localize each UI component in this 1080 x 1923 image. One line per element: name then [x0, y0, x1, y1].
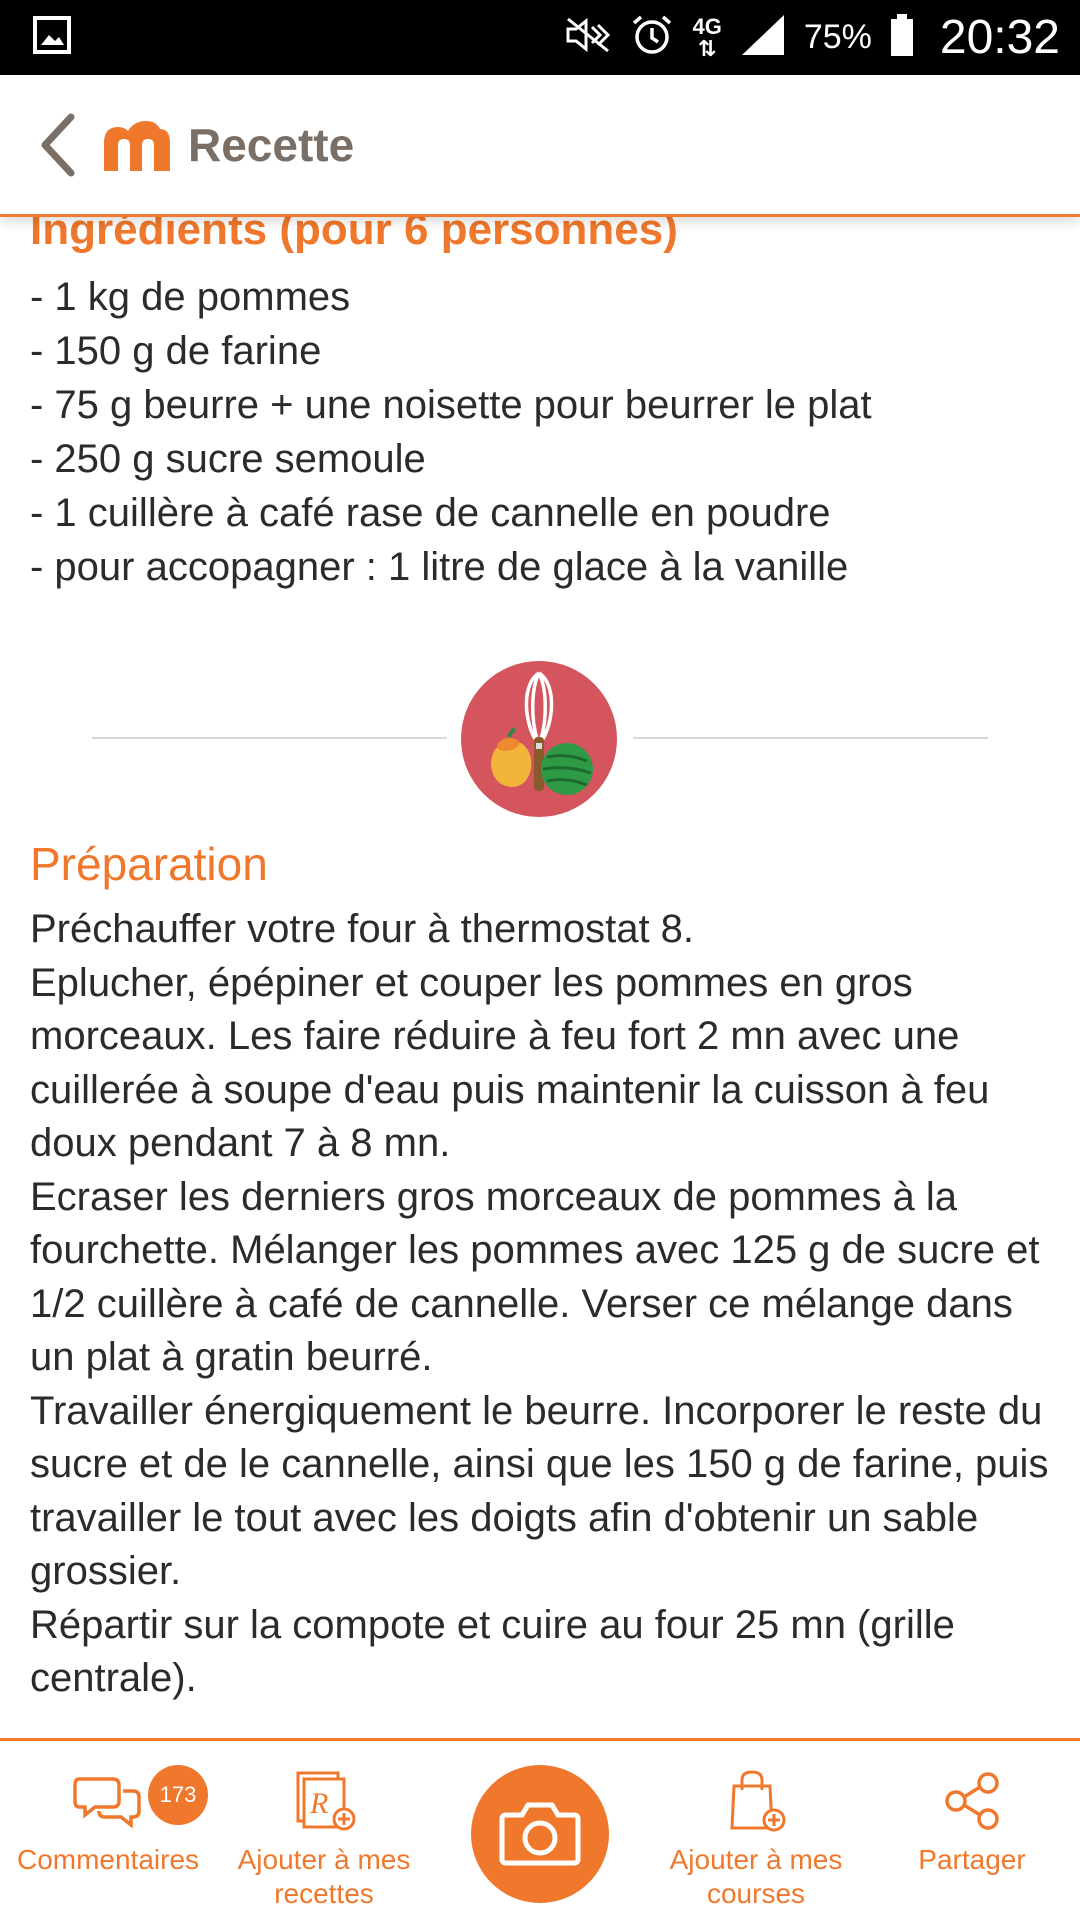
- add-to-shopping-label: Ajouter à mes courses: [669, 1844, 843, 1909]
- whisk-fruit-icon: [461, 661, 617, 817]
- share-icon: [942, 1767, 1002, 1835]
- signal-icon: [740, 13, 786, 62]
- mute-icon: [564, 15, 612, 60]
- ingredient-item: - pour accopagner : 1 litre de glace à l…: [30, 545, 849, 589]
- preparation-step: Travailler énergiquement le beurre. Inco…: [30, 1388, 1049, 1594]
- comments-count-badge: 173: [148, 1765, 208, 1825]
- ingredients-list: - 1 kg de pommes - 150 g de farine - 75 …: [30, 270, 872, 594]
- ingredient-item: - 1 kg de pommes: [30, 275, 351, 319]
- marmiton-logo: [98, 117, 174, 173]
- add-to-recipes-label: Ajouter à mes recettes: [237, 1844, 411, 1909]
- clock: 20:32: [939, 11, 1060, 64]
- speech-bubbles-icon: [73, 1767, 143, 1835]
- section-divider: [633, 737, 988, 739]
- add-to-recipes-button[interactable]: R Ajouter à mes recettes: [216, 1741, 432, 1923]
- shopping-bag-add-icon: [724, 1767, 788, 1835]
- app-header: Recette: [0, 75, 1080, 217]
- ingredient-item: - 150 g de farine: [30, 329, 322, 373]
- share-label: Partager: [918, 1844, 1026, 1875]
- back-button[interactable]: [22, 74, 92, 216]
- ingredient-item: - 75 g beurre + une noisette pour beurre…: [30, 383, 872, 427]
- preparation-step: Répartir sur la compote et cuire au four…: [30, 1602, 955, 1701]
- status-bar: 4G ⇅ 75% 20:32: [0, 0, 1080, 75]
- gallery-icon: [32, 15, 72, 60]
- add-to-shopping-button[interactable]: Ajouter à mes courses: [648, 1741, 864, 1923]
- alarm-icon: [630, 13, 674, 62]
- recipe-content[interactable]: Ingrédients (pour 6 personnes) - 1 kg de…: [0, 200, 1080, 1738]
- network-4g-icon: 4G ⇅: [692, 13, 722, 61]
- comments-button[interactable]: Commentaires 173: [0, 1741, 216, 1923]
- section-divider: [92, 737, 447, 739]
- battery-icon: [890, 13, 914, 62]
- preparation-steps: Préchauffer votre four à thermostat 8. E…: [30, 903, 1060, 1706]
- ingredient-item: - 250 g sucre semoule: [30, 437, 426, 481]
- ingredient-item: - 1 cuillère à café rase de cannelle en …: [30, 491, 831, 535]
- preparation-title: Préparation: [30, 838, 268, 890]
- preparation-step: Préchauffer votre four à thermostat 8.: [30, 907, 695, 951]
- chevron-left-icon: [41, 113, 75, 176]
- camera-button[interactable]: [471, 1765, 609, 1903]
- preparation-step: Ecraser les derniers gros morceaux de po…: [30, 1174, 1040, 1380]
- comments-label: Commentaires: [16, 1844, 200, 1875]
- page-title: Recette: [188, 118, 355, 171]
- battery-percent: 75%: [803, 18, 872, 56]
- svg-text:R: R: [309, 1787, 328, 1820]
- network-label: 4G: [692, 13, 722, 39]
- camera-icon: [499, 1802, 581, 1866]
- recipe-add-icon: R: [292, 1767, 356, 1835]
- bottom-action-bar: Commentaires 173 R Ajouter à mes recette…: [0, 1738, 1080, 1920]
- preparation-step: Eplucher, épépiner et couper les pommes …: [30, 960, 990, 1166]
- share-button[interactable]: Partager: [864, 1741, 1080, 1923]
